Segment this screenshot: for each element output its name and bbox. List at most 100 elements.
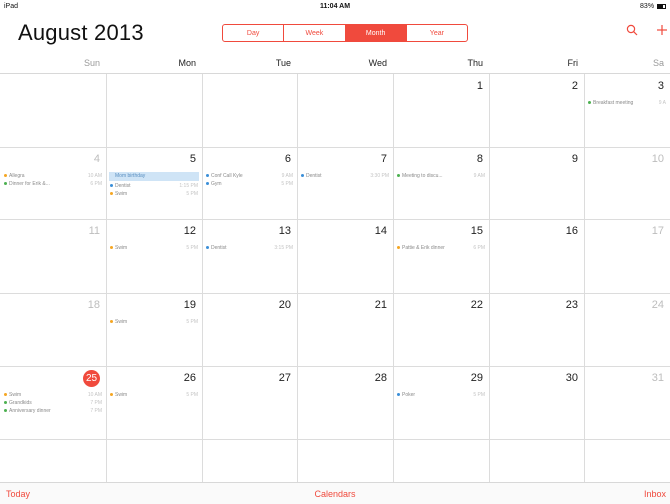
- view-mode-week[interactable]: Week: [284, 25, 346, 41]
- day-cell[interactable]: 25 Swim 10 AM Grandkids 7 PM Anniversary dinn…: [0, 366, 106, 439]
- view-mode-month[interactable]: Month: [345, 25, 407, 41]
- calendar-event[interactable]: Dinner for Erik &... 6 PM: [4, 180, 102, 188]
- event-color-dot: [397, 246, 400, 250]
- day-cell[interactable]: [393, 439, 489, 482]
- day-number: 6: [284, 153, 291, 165]
- calendar-event[interactable]: Grandkids 7 PM: [4, 399, 102, 407]
- event-color-dot: [110, 320, 113, 324]
- day-cell[interactable]: [0, 74, 106, 147]
- calendar-event[interactable]: Swim 5 PM: [110, 391, 198, 399]
- day-cell[interactable]: [0, 439, 106, 482]
- event-time: 10 AM: [87, 392, 102, 398]
- day-cell[interactable]: 29 Poker 5 PM: [393, 366, 489, 439]
- event-color-dot: [206, 246, 209, 250]
- day-cell[interactable]: 24: [584, 293, 670, 366]
- day-number: 5: [189, 153, 196, 165]
- day-cell[interactable]: 28: [297, 366, 393, 439]
- day-cell[interactable]: [202, 439, 297, 482]
- event-title: Swim: [9, 392, 22, 398]
- day-cell[interactable]: 1: [393, 74, 489, 147]
- day-cell[interactable]: 21: [297, 293, 393, 366]
- event-title: Meeting to discu...: [402, 173, 443, 179]
- event-color-dot: [4, 174, 7, 178]
- day-number: 10: [651, 153, 664, 165]
- calendar-event[interactable]: Dentist 1:15 PM: [110, 182, 198, 190]
- calendar-event[interactable]: Breakfast meeting 9 A: [588, 99, 666, 107]
- day-cell[interactable]: 16: [489, 219, 584, 293]
- day-cell[interactable]: 13 Dentist 3:15 PM: [202, 219, 297, 293]
- calendar-event[interactable]: Gym 5 PM: [206, 180, 293, 188]
- calendar-event[interactable]: Allegra 10 AM: [4, 172, 102, 180]
- calendar-event[interactable]: Anniversary dinner 7 PM: [4, 407, 102, 415]
- calendar-event[interactable]: Dentist 3:15 PM: [206, 244, 293, 252]
- view-mode-year[interactable]: Year: [407, 25, 467, 41]
- day-cell[interactable]: [489, 439, 584, 482]
- calendar-event[interactable]: Pattie & Erik dinner 6 PM: [397, 244, 485, 252]
- event-time: 7 PM: [90, 408, 102, 414]
- day-cell[interactable]: 8 Meeting to discu... 9 AM: [393, 147, 489, 219]
- day-cell[interactable]: 3 Breakfast meeting 9 A: [584, 74, 670, 147]
- calendar-event[interactable]: Poker 5 PM: [397, 391, 485, 399]
- day-cell[interactable]: 11: [0, 219, 106, 293]
- day-cell[interactable]: 14: [297, 219, 393, 293]
- day-number: 21: [374, 299, 387, 311]
- day-cell[interactable]: 5 Mom birthday Dentist 1:15 PM Swim 5 PM: [106, 147, 202, 219]
- day-cell[interactable]: 10: [584, 147, 670, 219]
- event-color-dot: [4, 409, 7, 413]
- day-cell[interactable]: 23: [489, 293, 584, 366]
- day-cell[interactable]: [297, 74, 393, 147]
- day-cell[interactable]: 18: [0, 293, 106, 366]
- weekday-label: Tue: [275, 58, 291, 68]
- day-number: 4: [93, 153, 100, 165]
- day-cell[interactable]: 26 Swim 5 PM: [106, 366, 202, 439]
- event-title: Anniversary dinner: [9, 408, 51, 414]
- event-color-dot: [301, 174, 304, 178]
- day-cell[interactable]: 22: [393, 293, 489, 366]
- day-number: 18: [87, 299, 100, 311]
- event-color-dot: [4, 182, 7, 186]
- calendar-event[interactable]: Swim 5 PM: [110, 244, 198, 252]
- day-cell[interactable]: 6 Conf Call Kyle 9 AM Gym 5 PM: [202, 147, 297, 219]
- day-cell[interactable]: 9: [489, 147, 584, 219]
- view-mode-day[interactable]: Day: [223, 25, 285, 41]
- day-cell[interactable]: 7 Dentist 3:30 PM: [297, 147, 393, 219]
- day-cell[interactable]: 4 Allegra 10 AM Dinner for Erik &... 6 PM: [0, 147, 106, 219]
- day-cell[interactable]: [202, 74, 297, 147]
- day-cell[interactable]: 19 Swim 5 PM: [106, 293, 202, 366]
- event-color-dot: [110, 184, 113, 188]
- event-time: 6 PM: [473, 245, 485, 251]
- inbox-button[interactable]: Inbox: [644, 489, 666, 499]
- day-cell[interactable]: [106, 74, 202, 147]
- search-icon[interactable]: [626, 24, 638, 39]
- day-cell[interactable]: [297, 439, 393, 482]
- weekday-header: Sun Mon Tue Wed Thu Fri Sa: [0, 56, 670, 74]
- day-number: 1: [476, 80, 483, 92]
- day-cell[interactable]: 27: [202, 366, 297, 439]
- calendar-event[interactable]: Swim 5 PM: [110, 318, 198, 326]
- weekday-label: Fri: [567, 58, 579, 68]
- all-day-event[interactable]: Mom birthday: [109, 172, 199, 181]
- day-cell[interactable]: 2: [489, 74, 584, 147]
- day-cell[interactable]: 31: [584, 366, 670, 439]
- day-cell[interactable]: 17: [584, 219, 670, 293]
- page-title: August 2013: [18, 20, 144, 46]
- day-number: 12: [183, 225, 196, 237]
- event-time: 5 PM: [281, 181, 293, 187]
- day-cell[interactable]: 12 Swim 5 PM: [106, 219, 202, 293]
- plus-icon[interactable]: [656, 24, 668, 39]
- calendar-event[interactable]: Dentist 3:30 PM: [301, 172, 389, 180]
- day-cell[interactable]: [584, 439, 670, 482]
- calendar-event[interactable]: Meeting to discu... 9 AM: [397, 172, 485, 180]
- event-time: 1:15 PM: [179, 183, 198, 189]
- day-number: 3: [657, 80, 664, 92]
- day-cell[interactable]: [106, 439, 202, 482]
- day-cell[interactable]: 30: [489, 366, 584, 439]
- calendar-event[interactable]: Swim 10 AM: [4, 391, 102, 399]
- weekday-label: Sa: [652, 58, 664, 68]
- day-cell[interactable]: 15 Pattie & Erik dinner 6 PM: [393, 219, 489, 293]
- day-number: 24: [651, 299, 664, 311]
- day-cell[interactable]: 20: [202, 293, 297, 366]
- calendar-event[interactable]: Conf Call Kyle 9 AM: [206, 172, 293, 180]
- calendar-event[interactable]: Swim 5 PM: [110, 190, 198, 198]
- calendars-button[interactable]: Calendars: [0, 489, 670, 499]
